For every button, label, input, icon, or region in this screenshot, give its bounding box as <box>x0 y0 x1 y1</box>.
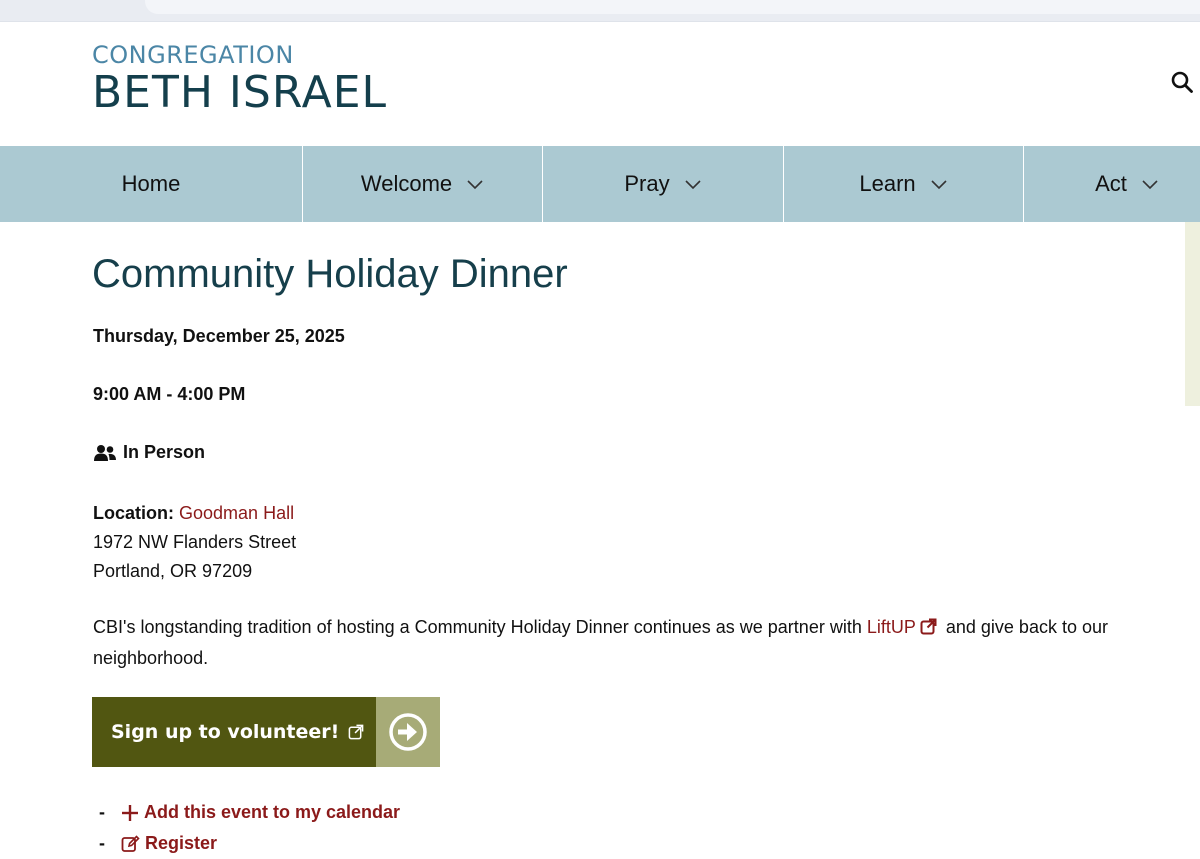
search-button[interactable] <box>1170 70 1196 96</box>
liftup-link[interactable]: LiftUP <box>867 617 941 637</box>
address-pill[interactable] <box>145 0 1200 14</box>
list-item: - Register <box>99 828 400 859</box>
chevron-down-icon <box>1142 180 1158 190</box>
nav-item-label: Act <box>1095 171 1127 196</box>
volunteer-signup-label: Sign up to volunteer! <box>111 721 340 743</box>
nav-item-label: Pray <box>624 171 670 196</box>
nav-item-act[interactable]: Act <box>1024 146 1200 222</box>
chevron-down-icon <box>685 180 701 190</box>
external-link-icon <box>348 724 364 740</box>
external-link-icon <box>920 618 937 635</box>
chevron-down-icon <box>467 180 483 190</box>
page-title: Community Holiday Dinner <box>92 252 568 296</box>
volunteer-signup-label-area: Sign up to volunteer! <box>92 697 376 767</box>
event-actions: - Add this event to my calendar - Regist… <box>99 797 400 859</box>
event-time: 9:00 AM - 4:00 PM <box>93 384 246 404</box>
liftup-link-label: LiftUP <box>866 617 916 637</box>
add-to-calendar-link[interactable]: Add this event to my calendar <box>121 797 400 828</box>
volunteer-signup-button[interactable]: Sign up to volunteer! <box>92 697 440 767</box>
address-line-1: 1972 NW Flanders Street <box>93 532 297 552</box>
event-mode-label: In Person <box>123 442 206 462</box>
description-text: CBI's longstanding tradition of hosting … <box>93 617 867 637</box>
address-line-2: Portland, OR 97209 <box>93 561 253 581</box>
arrow-circle-right-icon <box>376 697 440 767</box>
people-icon <box>94 444 116 461</box>
list-item: - Add this event to my calendar <box>99 797 400 828</box>
edit-icon <box>121 834 140 852</box>
nav-item-label: Learn <box>859 171 916 196</box>
location-link[interactable]: Goodman Hall <box>179 503 294 523</box>
main-nav: Home Welcome Pray Learn Act <box>0 146 1200 222</box>
register-link[interactable]: Register <box>121 828 217 859</box>
register-label: Register <box>145 833 218 853</box>
location-label: Location: <box>93 503 174 523</box>
side-panel-edge <box>1185 222 1200 406</box>
nav-item-label: Home <box>121 171 181 196</box>
event-location: Location: Goodman Hall 1972 NW Flanders … <box>93 499 296 586</box>
plus-icon <box>122 804 138 821</box>
event-description: CBI's longstanding tradition of hosting … <box>93 612 1153 674</box>
nav-item-home[interactable]: Home <box>0 146 303 222</box>
logo-congregation[interactable]: CONGREGATION <box>92 41 294 69</box>
nav-item-label: Welcome <box>360 171 453 196</box>
nav-item-learn[interactable]: Learn <box>784 146 1024 222</box>
add-to-calendar-label: Add this event to my calendar <box>144 802 401 822</box>
nav-item-pray[interactable]: Pray <box>543 146 784 222</box>
nav-item-welcome[interactable]: Welcome <box>303 146 543 222</box>
event-date: Thursday, December 25, 2025 <box>93 326 345 346</box>
event-mode: In Person <box>93 442 205 463</box>
search-icon <box>1171 71 1193 93</box>
chevron-down-icon <box>931 180 947 190</box>
browser-address-bar <box>0 0 1200 22</box>
logo-beth-israel[interactable]: BETH ISRAEL <box>92 67 387 119</box>
